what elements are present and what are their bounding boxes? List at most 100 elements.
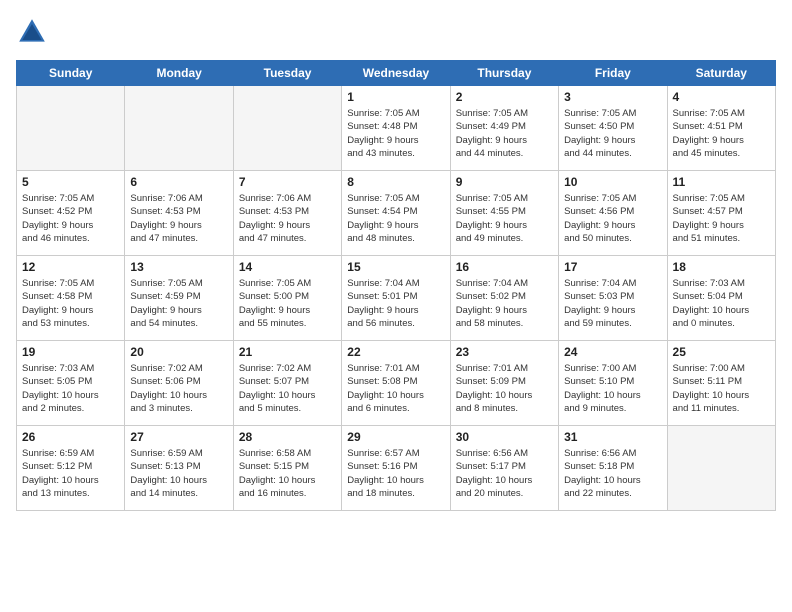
day-number: 21 (239, 345, 336, 359)
weekday-monday: Monday (125, 61, 233, 86)
day-cell: 26 Sunrise: 6:59 AM Sunset: 5:12 PM Dayli… (17, 426, 125, 511)
day-cell: 5 Sunrise: 7:05 AM Sunset: 4:52 PM Daylig… (17, 171, 125, 256)
day-cell: 22 Sunrise: 7:01 AM Sunset: 5:08 PM Dayli… (342, 341, 450, 426)
day-info: Sunrise: 7:03 AM Sunset: 5:04 PM Dayligh… (673, 277, 770, 330)
day-cell: 6 Sunrise: 7:06 AM Sunset: 4:53 PM Daylig… (125, 171, 233, 256)
day-info: Sunrise: 7:05 AM Sunset: 4:57 PM Dayligh… (673, 192, 770, 245)
weekday-saturday: Saturday (667, 61, 775, 86)
day-cell: 29 Sunrise: 6:57 AM Sunset: 5:16 PM Dayli… (342, 426, 450, 511)
day-info: Sunrise: 7:04 AM Sunset: 5:02 PM Dayligh… (456, 277, 553, 330)
day-number: 8 (347, 175, 444, 189)
day-number: 29 (347, 430, 444, 444)
day-cell: 27 Sunrise: 6:59 AM Sunset: 5:13 PM Dayli… (125, 426, 233, 511)
logo-icon (16, 16, 48, 48)
day-number: 17 (564, 260, 661, 274)
day-cell: 4Sunrise: 7:05 AM Sunset: 4:51 PM Daylig… (667, 86, 775, 171)
day-number: 15 (347, 260, 444, 274)
day-number: 26 (22, 430, 119, 444)
day-number: 31 (564, 430, 661, 444)
day-info: Sunrise: 7:05 AM Sunset: 4:51 PM Dayligh… (673, 107, 770, 160)
day-info: Sunrise: 7:05 AM Sunset: 5:00 PM Dayligh… (239, 277, 336, 330)
day-cell (17, 86, 125, 171)
day-info: Sunrise: 7:02 AM Sunset: 5:07 PM Dayligh… (239, 362, 336, 415)
day-cell: 18 Sunrise: 7:03 AM Sunset: 5:04 PM Dayli… (667, 256, 775, 341)
day-cell: 7 Sunrise: 7:06 AM Sunset: 4:53 PM Daylig… (233, 171, 341, 256)
day-number: 7 (239, 175, 336, 189)
day-info: Sunrise: 7:05 AM Sunset: 4:48 PM Dayligh… (347, 107, 444, 160)
day-cell: 8 Sunrise: 7:05 AM Sunset: 4:54 PM Daylig… (342, 171, 450, 256)
day-number: 28 (239, 430, 336, 444)
day-info: Sunrise: 7:05 AM Sunset: 4:49 PM Dayligh… (456, 107, 553, 160)
day-cell: 19 Sunrise: 7:03 AM Sunset: 5:05 PM Dayli… (17, 341, 125, 426)
day-number: 6 (130, 175, 227, 189)
day-cell: 1 Sunrise: 7:05 AM Sunset: 4:48 PM Daylig… (342, 86, 450, 171)
day-cell: 20 Sunrise: 7:02 AM Sunset: 5:06 PM Dayli… (125, 341, 233, 426)
day-info: Sunrise: 7:02 AM Sunset: 5:06 PM Dayligh… (130, 362, 227, 415)
day-info: Sunrise: 6:57 AM Sunset: 5:16 PM Dayligh… (347, 447, 444, 500)
day-number: 23 (456, 345, 553, 359)
day-info: Sunrise: 7:05 AM Sunset: 4:59 PM Dayligh… (130, 277, 227, 330)
day-info: Sunrise: 7:05 AM Sunset: 4:52 PM Dayligh… (22, 192, 119, 245)
logo (16, 16, 52, 48)
weekday-friday: Friday (559, 61, 667, 86)
day-number: 14 (239, 260, 336, 274)
day-info: Sunrise: 7:03 AM Sunset: 5:05 PM Dayligh… (22, 362, 119, 415)
weekday-header-row: SundayMondayTuesdayWednesdayThursdayFrid… (17, 61, 776, 86)
day-cell: 13Sunrise: 7:05 AM Sunset: 4:59 PM Dayli… (125, 256, 233, 341)
day-number: 2 (456, 90, 553, 104)
day-cell (125, 86, 233, 171)
day-info: Sunrise: 7:04 AM Sunset: 5:03 PM Dayligh… (564, 277, 661, 330)
day-number: 5 (22, 175, 119, 189)
day-cell: 10 Sunrise: 7:05 AM Sunset: 4:56 PM Dayli… (559, 171, 667, 256)
week-row-2: 5 Sunrise: 7:05 AM Sunset: 4:52 PM Daylig… (17, 171, 776, 256)
weekday-wednesday: Wednesday (342, 61, 450, 86)
day-number: 11 (673, 175, 770, 189)
day-cell: 23Sunrise: 7:01 AM Sunset: 5:09 PM Dayli… (450, 341, 558, 426)
day-number: 25 (673, 345, 770, 359)
day-cell: 12 Sunrise: 7:05 AM Sunset: 4:58 PM Dayli… (17, 256, 125, 341)
day-number: 10 (564, 175, 661, 189)
day-number: 24 (564, 345, 661, 359)
day-number: 12 (22, 260, 119, 274)
day-cell: 24 Sunrise: 7:00 AM Sunset: 5:10 PM Dayli… (559, 341, 667, 426)
day-info: Sunrise: 7:00 AM Sunset: 5:11 PM Dayligh… (673, 362, 770, 415)
day-number: 19 (22, 345, 119, 359)
weekday-tuesday: Tuesday (233, 61, 341, 86)
day-number: 1 (347, 90, 444, 104)
day-cell (667, 426, 775, 511)
day-cell: 9 Sunrise: 7:05 AM Sunset: 4:55 PM Daylig… (450, 171, 558, 256)
week-row-4: 19 Sunrise: 7:03 AM Sunset: 5:05 PM Dayli… (17, 341, 776, 426)
day-cell: 21 Sunrise: 7:02 AM Sunset: 5:07 PM Dayli… (233, 341, 341, 426)
day-number: 20 (130, 345, 227, 359)
day-number: 3 (564, 90, 661, 104)
day-cell: 14 Sunrise: 7:05 AM Sunset: 5:00 PM Dayli… (233, 256, 341, 341)
day-cell: 16Sunrise: 7:04 AM Sunset: 5:02 PM Dayli… (450, 256, 558, 341)
day-info: Sunrise: 7:06 AM Sunset: 4:53 PM Dayligh… (239, 192, 336, 245)
day-number: 30 (456, 430, 553, 444)
day-info: Sunrise: 7:05 AM Sunset: 4:54 PM Dayligh… (347, 192, 444, 245)
day-info: Sunrise: 6:59 AM Sunset: 5:12 PM Dayligh… (22, 447, 119, 500)
day-cell: 2 Sunrise: 7:05 AM Sunset: 4:49 PM Daylig… (450, 86, 558, 171)
day-info: Sunrise: 6:56 AM Sunset: 5:18 PM Dayligh… (564, 447, 661, 500)
day-cell: 25 Sunrise: 7:00 AM Sunset: 5:11 PM Dayli… (667, 341, 775, 426)
day-number: 27 (130, 430, 227, 444)
day-info: Sunrise: 6:58 AM Sunset: 5:15 PM Dayligh… (239, 447, 336, 500)
day-cell: 3Sunrise: 7:05 AM Sunset: 4:50 PM Daylig… (559, 86, 667, 171)
day-info: Sunrise: 7:06 AM Sunset: 4:53 PM Dayligh… (130, 192, 227, 245)
day-number: 18 (673, 260, 770, 274)
day-info: Sunrise: 7:05 AM Sunset: 4:55 PM Dayligh… (456, 192, 553, 245)
day-cell: 17 Sunrise: 7:04 AM Sunset: 5:03 PM Dayli… (559, 256, 667, 341)
day-info: Sunrise: 7:05 AM Sunset: 4:58 PM Dayligh… (22, 277, 119, 330)
day-info: Sunrise: 7:01 AM Sunset: 5:08 PM Dayligh… (347, 362, 444, 415)
day-cell: 15Sunrise: 7:04 AM Sunset: 5:01 PM Dayli… (342, 256, 450, 341)
day-info: Sunrise: 7:05 AM Sunset: 4:56 PM Dayligh… (564, 192, 661, 245)
day-number: 22 (347, 345, 444, 359)
calendar-table: SundayMondayTuesdayWednesdayThursdayFrid… (16, 60, 776, 511)
day-cell: 28 Sunrise: 6:58 AM Sunset: 5:15 PM Dayli… (233, 426, 341, 511)
day-number: 9 (456, 175, 553, 189)
day-info: Sunrise: 7:00 AM Sunset: 5:10 PM Dayligh… (564, 362, 661, 415)
day-info: Sunrise: 6:59 AM Sunset: 5:13 PM Dayligh… (130, 447, 227, 500)
day-cell: 11 Sunrise: 7:05 AM Sunset: 4:57 PM Dayli… (667, 171, 775, 256)
header (16, 16, 776, 48)
day-cell (233, 86, 341, 171)
